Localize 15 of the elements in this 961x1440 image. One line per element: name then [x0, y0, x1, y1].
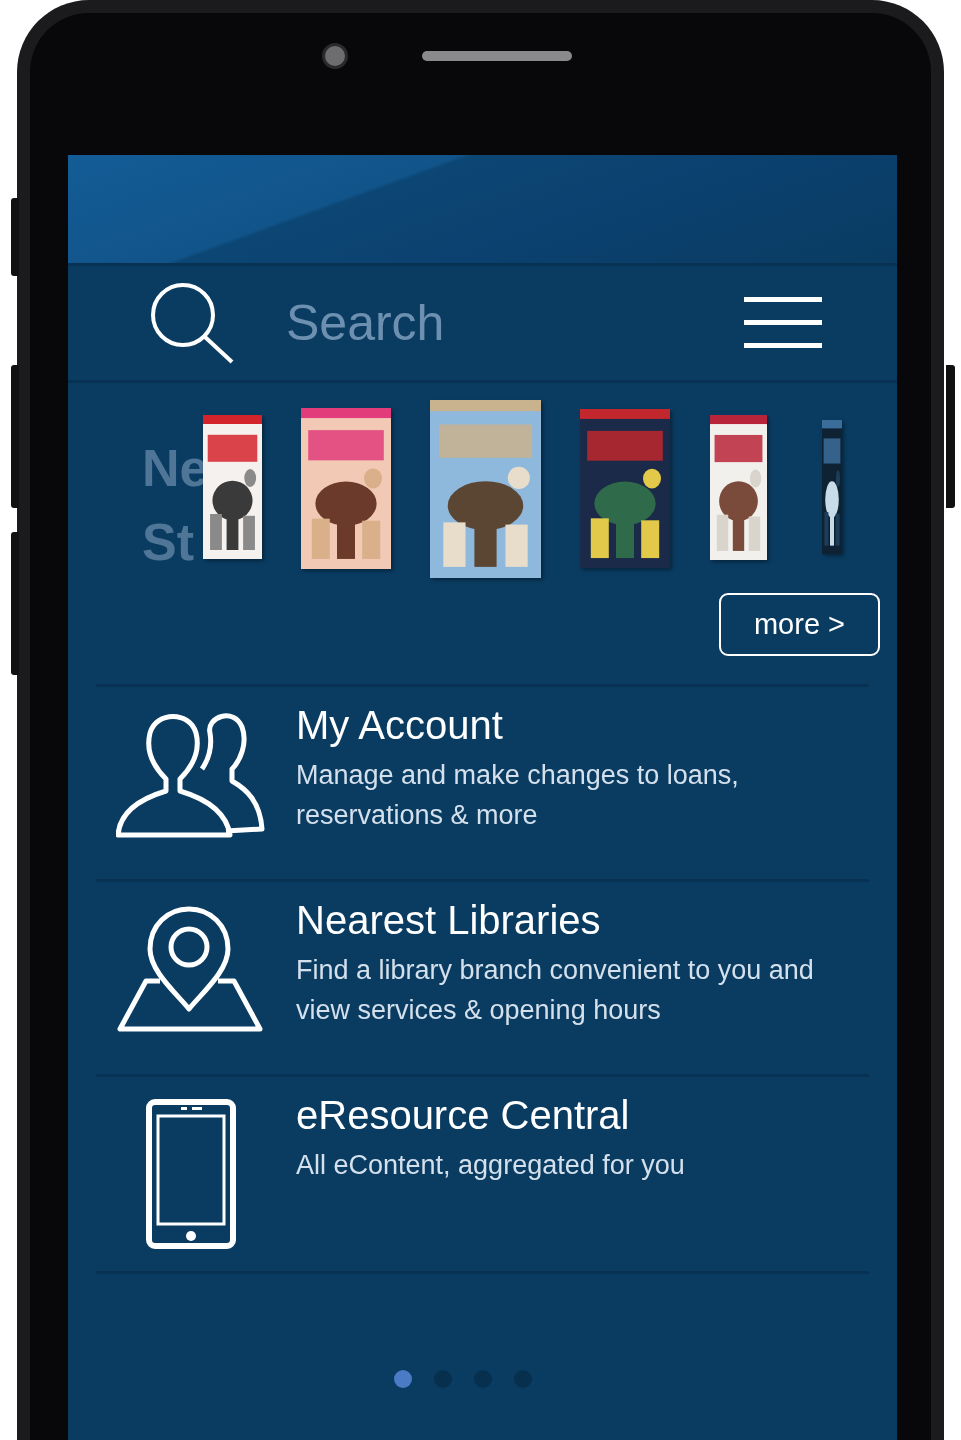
menu-item-description: Find a library branch convenient to you and view services & opening hours	[296, 954, 815, 1027]
section-title: St	[142, 512, 195, 573]
section-title: Ne	[142, 438, 209, 499]
page-dot[interactable]	[393, 1370, 412, 1388]
menu-item-title[interactable]: eResource Central	[296, 1089, 685, 1141]
tablet-icon[interactable]	[146, 1099, 236, 1249]
more-button[interactable]: more >	[719, 593, 880, 656]
menu-item-title[interactable]: My Account	[296, 699, 856, 751]
search-field[interactable]: Search	[286, 294, 744, 352]
menu-item-description: All eContent, aggregated for you	[296, 1149, 685, 1182]
menu-item-description: Manage and make changes to loans, reservations & more	[296, 759, 740, 832]
search-icon[interactable]	[150, 282, 234, 364]
menu-item-title[interactable]: Nearest Libraries	[296, 894, 856, 946]
camera-dot	[322, 43, 348, 69]
menu-icon[interactable]	[744, 297, 822, 349]
